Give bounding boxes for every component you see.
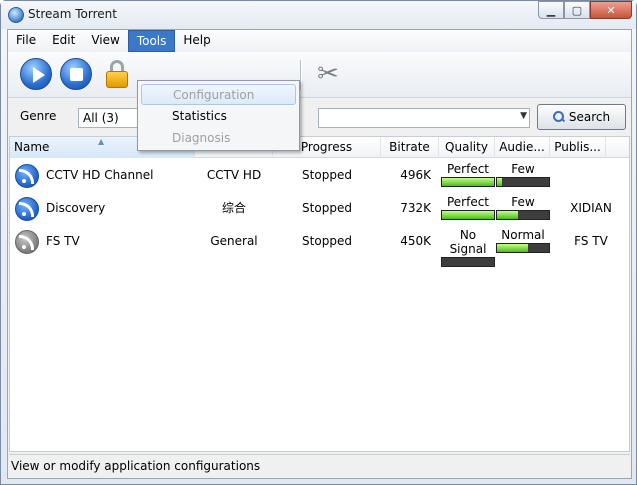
window-title: Stream Torrent <box>28 7 117 21</box>
cell-progress: Stopped <box>302 168 352 182</box>
column-header-audience[interactable]: Audie... <box>495 137 550 158</box>
audience-bar <box>496 177 550 187</box>
sort-arrow-icon: ▲ <box>98 137 105 146</box>
quality-bar <box>441 257 495 267</box>
menu-item-configuration[interactable]: Configuration <box>141 84 296 105</box>
quality-bar <box>441 210 495 220</box>
rss-feed-icon <box>15 164 39 188</box>
cell-genre: General <box>210 234 258 248</box>
close-button[interactable]: ✕ <box>590 1 632 19</box>
audience-bar-fill <box>497 178 503 186</box>
quality-meter: Perfect <box>441 195 495 220</box>
list-header: ▲ Name Genre Progress Bitrate Quality Au… <box>10 137 629 158</box>
minimize-button[interactable]: ▁ <box>538 1 564 19</box>
cell-bitrate: 732K <box>400 201 431 215</box>
audience-bar <box>496 243 550 253</box>
audience-bar-fill <box>497 211 518 219</box>
cell-publisher: XIDIAN <box>570 201 612 215</box>
quality-bar <box>441 177 495 187</box>
tools-icon[interactable]: ✂ <box>312 58 344 90</box>
quality-label: Perfect <box>446 162 490 176</box>
tools-menu-dropdown: Configuration Statistics Diagnosis <box>137 80 300 151</box>
menu-item-statistics[interactable]: Statistics <box>141 106 296 127</box>
search-button-label: Search <box>568 110 611 124</box>
menu-file[interactable]: File <box>8 30 44 52</box>
menu-edit[interactable]: Edit <box>44 30 83 52</box>
rss-feed-icon <box>15 230 39 254</box>
cell-name: FS TV <box>46 234 80 248</box>
column-header-bitrate[interactable]: Bitrate <box>381 137 439 158</box>
filter-row: Genre All (3) ▼ Search <box>8 100 631 132</box>
cell-publisher <box>556 159 626 192</box>
table-row[interactable]: FS TV General Stopped 450K No Signal Normal FS… <box>10 225 629 267</box>
quality-meter: No Signal <box>441 228 495 267</box>
quality-label: No Signal <box>449 228 487 256</box>
column-header-quality[interactable]: Quality <box>439 137 495 158</box>
search-button[interactable]: Search <box>537 104 626 130</box>
menu-view[interactable]: View <box>83 30 127 52</box>
play-icon[interactable] <box>20 58 52 90</box>
audience-label: Few <box>511 195 535 209</box>
quality-meter: Perfect <box>441 162 495 187</box>
audience-meter: Few <box>496 195 550 220</box>
audience-label: Few <box>511 162 535 176</box>
toolbar: ✂ <box>8 52 631 98</box>
app-logo-icon <box>8 7 24 23</box>
menu-help[interactable]: Help <box>175 30 218 52</box>
main-window: Stream Torrent ▁ ▢ ✕ File Edit View Tool… <box>0 0 637 485</box>
audience-bar <box>496 210 550 220</box>
lock-icon[interactable] <box>102 58 134 90</box>
cell-progress: Stopped <box>302 201 352 215</box>
title-bar: Stream Torrent ▁ ▢ ✕ <box>1 1 636 29</box>
quality-label: Perfect <box>446 195 490 209</box>
audience-meter: Few <box>496 162 550 187</box>
menu-tools[interactable]: Tools <box>127 30 176 52</box>
column-header-publisher[interactable]: Publis... <box>550 137 606 158</box>
search-icon <box>552 111 565 123</box>
audience-bar-fill <box>497 244 529 252</box>
search-input[interactable]: ▼ <box>318 108 530 128</box>
cell-name: CCTV HD Channel <box>46 168 154 182</box>
channel-list[interactable]: ▲ Name Genre Progress Bitrate Quality Au… <box>9 136 630 452</box>
quality-bar-fill <box>442 178 494 186</box>
cell-bitrate: 496K <box>400 168 431 182</box>
audience-label: Normal <box>501 228 545 242</box>
maximize-button[interactable]: ▢ <box>564 1 590 19</box>
quality-bar-fill <box>442 211 494 219</box>
cell-progress: Stopped <box>302 234 352 248</box>
cell-bitrate: 450K <box>400 234 431 248</box>
chevron-down-icon[interactable]: ▼ <box>520 111 527 121</box>
audience-meter: Normal <box>496 228 550 253</box>
table-row[interactable]: CCTV HD Channel CCTV HD Stopped 496K Perfect… <box>10 159 629 192</box>
toolbar-separator <box>300 60 302 90</box>
cell-genre: CCTV HD <box>206 168 262 182</box>
rss-feed-icon <box>15 197 39 221</box>
status-bar: View or modify application configuration… <box>9 454 630 476</box>
genre-label: Genre <box>20 109 57 123</box>
cell-name: Discovery <box>46 201 106 215</box>
cell-publisher: FS TV <box>574 234 608 248</box>
client-area: File Edit View Tools Help ✂ Genre All (3… <box>7 29 632 479</box>
menu-item-diagnosis: Diagnosis <box>172 131 231 145</box>
menu-bar: File Edit View Tools Help <box>8 30 631 52</box>
table-row[interactable]: Discovery 综合 Stopped 732K Perfect Few XIDIAN <box>10 192 629 225</box>
cell-genre: 综合 <box>221 201 246 215</box>
stop-icon[interactable] <box>60 58 92 90</box>
